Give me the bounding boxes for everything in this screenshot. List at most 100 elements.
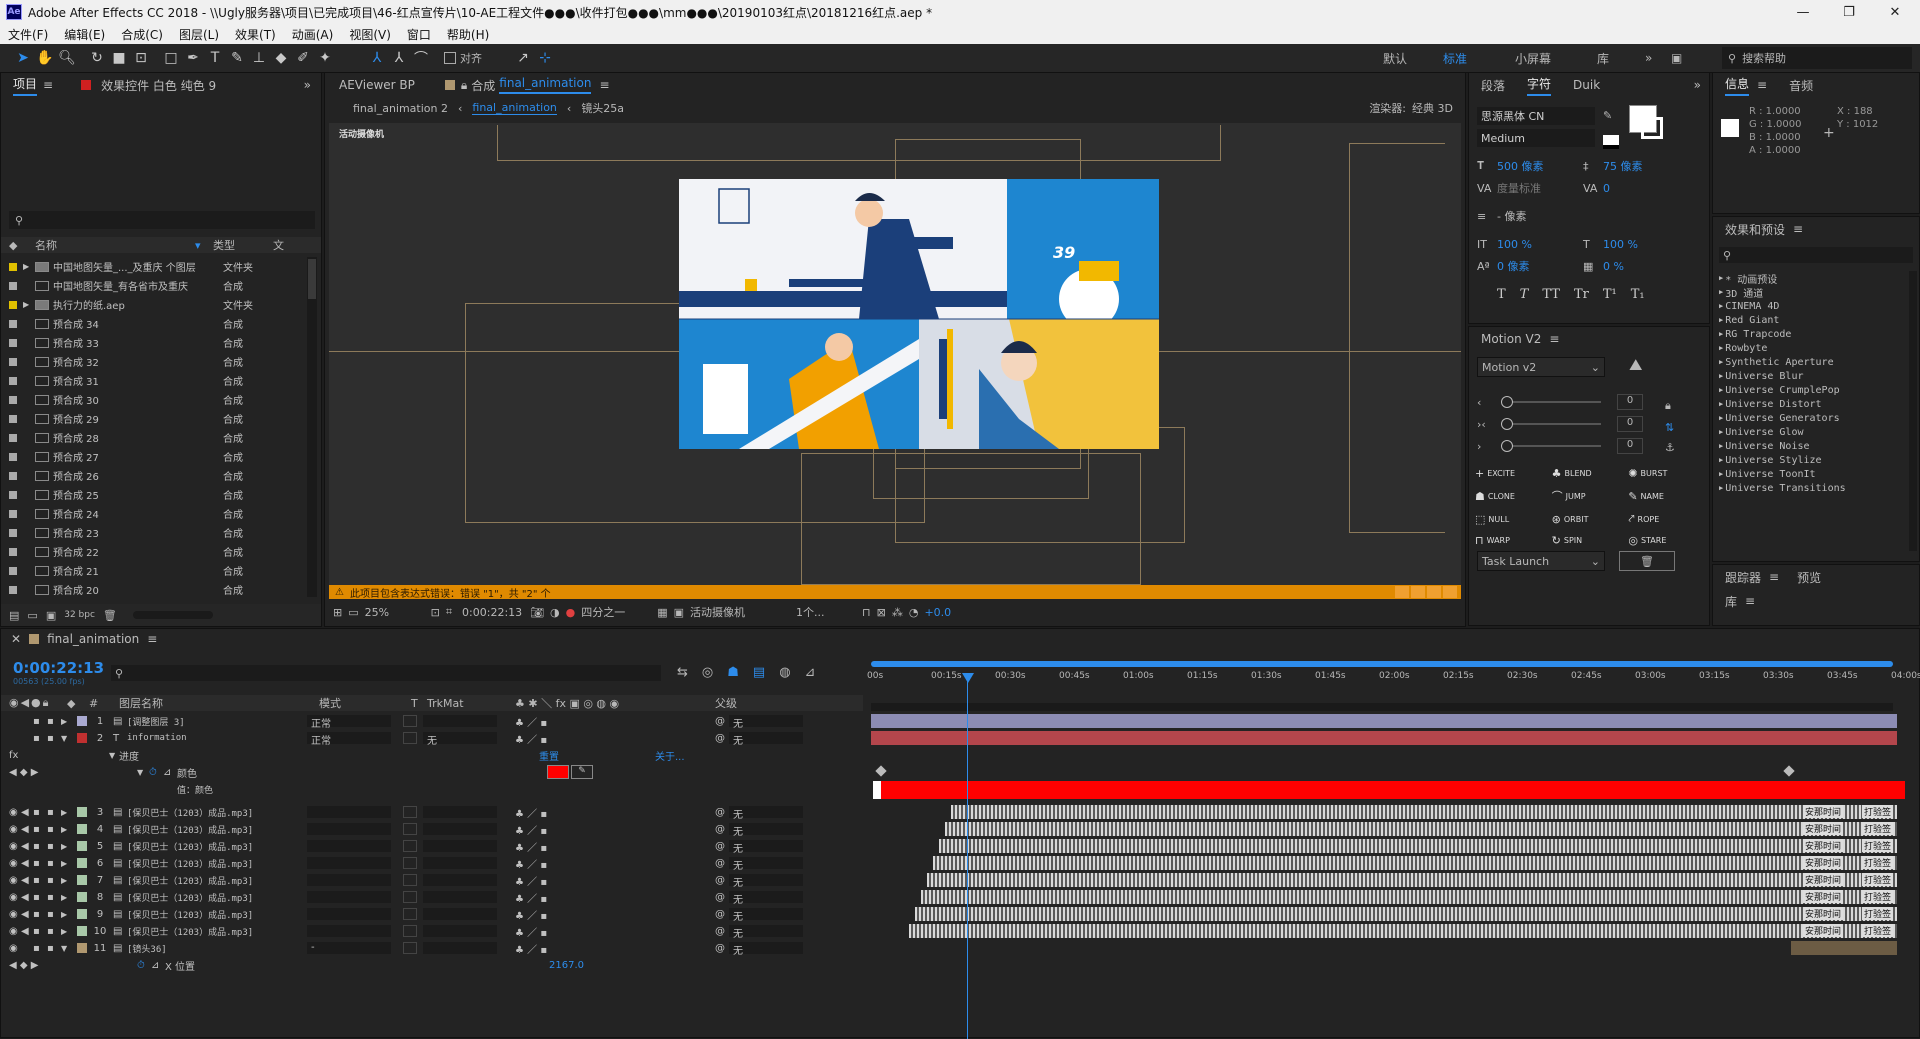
layer-trkmat-select[interactable]: 无 — [423, 732, 497, 747]
label-swatch[interactable] — [9, 566, 17, 575]
expand-arrow-icon[interactable]: ▶ — [61, 808, 73, 817]
preserve-transparency-checkbox[interactable] — [403, 823, 417, 835]
layer-row[interactable]: ◉ ◀ ▪ ▪ ▶ 4 ▤ [保贝巴士（1203）成品.mp3] ♣ ／ ▪ @ 无 — [1, 821, 863, 838]
pickwhip-icon[interactable]: @ — [715, 943, 729, 954]
label-swatch[interactable] — [9, 357, 17, 366]
layer-label-swatch[interactable] — [77, 841, 87, 851]
layer-parent-select[interactable]: 无 — [729, 715, 803, 730]
close-tab-icon[interactable]: ✕ — [11, 632, 21, 646]
toggle-pixel-icon[interactable]: ⊓ — [862, 606, 871, 619]
panel-menu-icon[interactable]: ≡ — [1757, 78, 1767, 92]
effects-category[interactable]: ▶ Universe Transitions — [1719, 481, 1909, 495]
eyedropper-icon[interactable]: ✎ — [571, 765, 593, 779]
anchor-icon[interactable]: ⚓︎ — [1665, 441, 1675, 454]
workspace-small-screen[interactable]: 小屏幕 — [1515, 50, 1597, 67]
motion-blur-icon[interactable]: ◍ — [779, 665, 790, 680]
preserve-transparency-checkbox[interactable] — [403, 806, 417, 818]
snap-toggle[interactable]: 对齐 — [444, 50, 482, 66]
expand-arrow-icon[interactable]: ▼ — [61, 734, 73, 743]
lock-toggle[interactable]: ▪ — [47, 807, 61, 818]
timeline-current-time[interactable]: 0:00:22:13 — [13, 659, 104, 677]
vertical-scale-value[interactable]: 100 % — [1497, 238, 1583, 251]
fit-icon[interactable]: ⊡ — [431, 606, 440, 619]
effects-category[interactable]: ▶ Red Giant — [1719, 313, 1909, 327]
effect-about-link[interactable]: 关于... — [655, 748, 685, 763]
effects-category[interactable]: ▶ Synthetic Aperture — [1719, 355, 1909, 369]
preserve-transparency-checkbox[interactable] — [403, 925, 417, 937]
visibility-eye-icon[interactable]: ◉ — [9, 858, 21, 869]
visibility-eye-icon[interactable]: ◉ — [9, 909, 21, 920]
pen-tool-icon[interactable]: ✒ — [182, 47, 204, 69]
layer-trkmat-select[interactable] — [423, 908, 497, 920]
effects-category[interactable]: ▶ Rowbyte — [1719, 341, 1909, 355]
interpret-footage-icon[interactable]: ▤ — [9, 609, 19, 622]
project-item[interactable]: 预合成 25 合成 — [1, 485, 307, 504]
preserve-transparency-checkbox[interactable] — [403, 732, 417, 744]
color-value-swatch[interactable] — [547, 765, 569, 779]
layer-mode-select[interactable] — [307, 806, 391, 818]
label-swatch[interactable] — [9, 338, 17, 347]
audio-waveform-bar[interactable]: 安那时间 打验签 — [945, 822, 1897, 836]
layer-mode-select[interactable] — [307, 874, 391, 886]
layer-switches[interactable]: ♣ ／ ▪ — [515, 822, 715, 837]
axis-local-icon[interactable]: ⅄ — [366, 47, 388, 69]
expand-arrow-icon[interactable]: ▶ — [1719, 400, 1723, 408]
label-swatch[interactable] — [9, 395, 17, 404]
expand-arrow-icon[interactable]: ▶ — [61, 876, 73, 885]
current-time[interactable]: 0:00:22:13 — [462, 606, 524, 619]
label-swatch[interactable] — [9, 547, 17, 556]
restore-button[interactable]: ❐ — [1826, 0, 1872, 24]
expand-arrow-icon[interactable]: ▼ — [137, 768, 149, 777]
layer-mode-select[interactable]: 正常 — [307, 732, 391, 747]
label-swatch[interactable] — [9, 262, 17, 271]
effects-category[interactable]: ▶ Universe Stylize — [1719, 453, 1909, 467]
close-button[interactable]: ✕ — [1872, 0, 1918, 24]
panel-menu-icon[interactable]: ≡ — [1745, 594, 1755, 608]
project-search-input[interactable]: ⚲ — [9, 211, 315, 229]
new-comp-icon[interactable]: ▣ — [46, 609, 56, 622]
graph-icon[interactable]: ⊿ — [151, 960, 165, 971]
pickwhip-icon[interactable]: @ — [715, 733, 729, 744]
column-type[interactable]: 类型 — [213, 237, 273, 253]
stroke-color-swatch[interactable] — [1641, 117, 1663, 139]
expand-arrow-icon[interactable]: ▼ — [109, 751, 119, 760]
pickwhip-icon[interactable]: @ — [715, 824, 729, 835]
audio-waveform-bar[interactable]: 安那时间 打验签 — [933, 856, 1897, 870]
tab-timeline-comp[interactable]: final_animation — [47, 632, 139, 646]
expand-arrow-icon[interactable]: ▶ — [1719, 414, 1723, 422]
motion-title[interactable]: Motion V2 — [1481, 332, 1541, 346]
show-snapshot-icon[interactable]: ◑ — [550, 606, 560, 619]
playhead-handle[interactable] — [962, 673, 974, 683]
layer-switches[interactable]: ♣ ／ ▪ — [515, 890, 715, 905]
layer-label-swatch[interactable] — [77, 733, 87, 743]
effects-category[interactable]: ▶ 3D 通道 — [1719, 285, 1909, 300]
project-item[interactable]: 预合成 29 合成 — [1, 409, 307, 428]
workspace-default[interactable]: 默认 — [1383, 50, 1443, 67]
keyframe-marker[interactable] — [1783, 765, 1795, 777]
effects-category[interactable]: ▶ Universe Generators — [1719, 411, 1909, 425]
breadcrumb-final-animation[interactable]: final_animation — [472, 101, 557, 115]
layer-mode-select[interactable] — [307, 857, 391, 869]
layer-name[interactable]: [调整图层 3] — [127, 715, 307, 728]
time-ruler[interactable]: 00s 00:15s 00:30s 00:45s 01:00s 01:15s 01:30s 0… — [867, 657, 1920, 711]
layer-parent-select[interactable]: 无 — [729, 874, 803, 889]
layer-trkmat-select[interactable] — [423, 806, 497, 818]
layer-mode-select[interactable] — [307, 908, 391, 920]
expand-arrow-icon[interactable]: ▶ — [1719, 442, 1723, 450]
layer-name[interactable]: [保贝巴士（1203）成品.mp3] — [127, 874, 307, 887]
project-item[interactable]: 预合成 20 合成 — [1, 580, 307, 599]
motion-slider-track[interactable] — [1501, 396, 1601, 408]
camera-tool-icon[interactable]: ■ — [108, 47, 130, 69]
solo-toggle[interactable]: ▪ — [33, 733, 47, 744]
effect-reset-link[interactable]: 重置 — [539, 748, 655, 763]
lock-toggle[interactable]: ▪ — [47, 841, 61, 852]
selection-tool-icon[interactable]: ➤ — [12, 47, 34, 69]
layer-trkmat-select[interactable] — [423, 942, 497, 954]
layer-trkmat-select[interactable] — [423, 874, 497, 886]
panel-overflow-icon[interactable]: » — [304, 78, 311, 92]
layer-row[interactable]: ◉ ◀ ▪ ▪ ▶ 6 ▤ [保贝巴士（1203）成品.mp3] ♣ ／ ▪ @ 无 — [1, 855, 863, 872]
label-swatch[interactable] — [9, 528, 17, 537]
label-swatch[interactable] — [9, 452, 17, 461]
audio-speaker-icon[interactable]: ◀ — [21, 909, 33, 920]
expand-arrow-icon[interactable]: ▶ — [1719, 386, 1723, 394]
